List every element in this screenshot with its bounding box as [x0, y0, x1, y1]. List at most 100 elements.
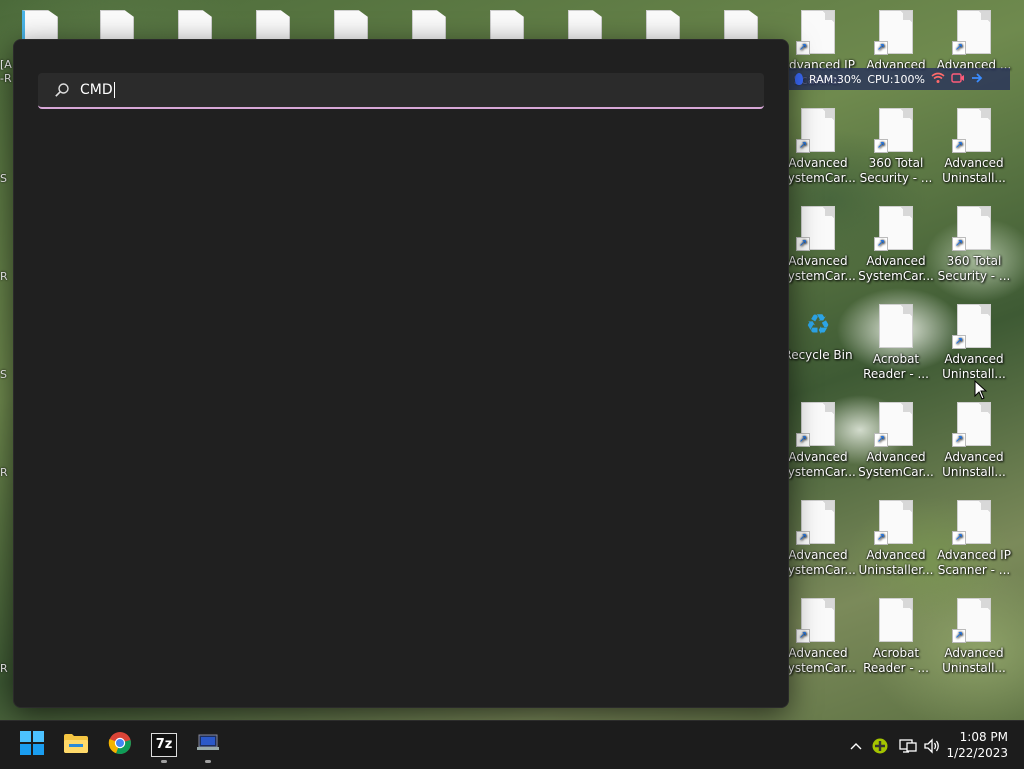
shortcut-file-icon: ↗ [796, 500, 835, 545]
performance-monitor-bar: RAM:30% CPU:100% [789, 68, 1010, 90]
desktop-icon[interactable]: ↗ Advanced [858, 10, 934, 73]
desktop-icon-label: Advanced IP Scanner - ... [937, 548, 1011, 577]
clock-date: 1/22/2023 [946, 746, 1008, 760]
desktop-file-icon[interactable] [490, 10, 524, 42]
shortcut-file-icon: ↗ [874, 108, 913, 153]
shortcut-arrow-icon: ↗ [874, 433, 888, 447]
desktop-icon[interactable]: ↗ Advanced Uninstall... [936, 402, 1012, 480]
desktop-icon[interactable]: Acrobat Reader - ... [858, 598, 934, 676]
desktop-icon[interactable]: ↗ Advanced IP Scanner - ... [936, 500, 1012, 578]
chrome-button[interactable] [100, 725, 140, 765]
desktop-icon-label: Advanced SystemCar... [780, 548, 856, 577]
desktop-icon[interactable]: ↗ Advanced SystemCar... [780, 206, 856, 284]
left-fragment: S [0, 172, 7, 185]
search-panel: CMD [13, 39, 789, 708]
shortcut-file-icon: ↗ [796, 206, 835, 251]
desktop-icon[interactable]: ↗ Advanced SystemCar... [780, 598, 856, 676]
desktop-icon[interactable]: Acrobat Reader - ... [858, 304, 934, 382]
desktop-icon-label: 360 Total Security - ... [859, 156, 933, 185]
shortcut-arrow-icon: ↗ [874, 41, 888, 55]
arrow-right-icon[interactable] [971, 72, 983, 87]
shortcut-file-icon: ↗ [796, 10, 835, 55]
desktop-icon[interactable]: ♻ Recycle Bin [780, 304, 856, 363]
start-button[interactable] [12, 725, 52, 765]
desktop-icon[interactable]: ↗ Advanced SystemCar... [858, 206, 934, 284]
shortcut-arrow-icon: ↗ [952, 41, 966, 55]
search-input[interactable]: CMD [80, 82, 113, 98]
left-fragment: S [0, 368, 7, 381]
file-icon [879, 304, 913, 348]
desktop-file-icon[interactable] [256, 10, 290, 42]
shortcut-file-icon: ↗ [796, 402, 835, 447]
file-explorer-icon [63, 732, 89, 758]
shortcut-file-icon: ↗ [874, 206, 913, 251]
running-indicator [161, 760, 167, 763]
desktop-icon[interactable]: ↗ Advanced SystemCar... [780, 500, 856, 578]
desktop-icon[interactable]: ↗ Advanced Uninstall... [936, 304, 1012, 382]
desktop-icon[interactable]: ↗ Advanced SystemCar... [780, 108, 856, 186]
desktop-icon-label: Advanced SystemCar... [780, 450, 856, 479]
desktop-icon[interactable]: ↗ Advanced Uninstall... [936, 108, 1012, 186]
shortcut-arrow-icon: ↗ [796, 139, 810, 153]
desktop-file-icon[interactable] [100, 10, 134, 42]
shortcut-file-icon: ↗ [796, 108, 835, 153]
shortcut-arrow-icon: ↗ [952, 629, 966, 643]
search-icon [54, 82, 70, 98]
desktop-icon[interactable]: ↗ Advanced SystemCar... [780, 402, 856, 480]
cpu-usage: CPU:100% [867, 72, 925, 86]
shortcut-arrow-icon: ↗ [952, 335, 966, 349]
shortcut-arrow-icon: ↗ [952, 531, 966, 545]
desktop-icon-label: Advanced SystemCar... [858, 450, 934, 479]
desktop-file-icon[interactable] [22, 10, 58, 42]
shortcut-file-icon: ↗ [952, 500, 991, 545]
running-indicator [205, 760, 211, 763]
chrome-icon [108, 731, 132, 759]
desktop-icon[interactable]: ↗ Advanced Uninstaller... [858, 500, 934, 578]
shortcut-file-icon: ↗ [952, 598, 991, 643]
desktop-icon[interactable]: ↗ Advanced ... [936, 10, 1012, 73]
shortcut-arrow-icon: ↗ [874, 139, 888, 153]
desktop-file-icon[interactable] [334, 10, 368, 42]
chevron-up-icon[interactable] [846, 736, 866, 756]
desktop-file-icon[interactable] [646, 10, 680, 42]
laptop-app-button[interactable] [188, 725, 228, 765]
shortcut-arrow-icon: ↗ [796, 237, 810, 251]
shortcut-file-icon: ↗ [952, 304, 991, 349]
desktop-file-icon[interactable] [412, 10, 446, 42]
shortcut-file-icon: ↗ [874, 10, 913, 55]
left-fragment: R [0, 662, 8, 675]
desktop-file-icon[interactable] [178, 10, 212, 42]
shortcut-arrow-icon: ↗ [796, 433, 810, 447]
desktop-icon[interactable]: ↗ 360 Total Security - ... [936, 206, 1012, 284]
7zip-icon: 7z [151, 733, 177, 757]
left-fragment: [A [0, 58, 12, 71]
desktop-icon-label: Advanced SystemCar... [780, 254, 856, 283]
security-tray-icon[interactable] [870, 736, 890, 756]
file-explorer-button[interactable] [56, 725, 96, 765]
shortcut-arrow-icon: ↗ [952, 139, 966, 153]
left-fragment: -R [0, 72, 12, 85]
windows-start-icon [20, 731, 44, 759]
desktop-icon-label: Advanced SystemCar... [780, 156, 856, 185]
search-box[interactable]: CMD [38, 73, 764, 109]
7zip-button[interactable]: 7z [144, 725, 184, 765]
clock-time: 1:08 PM [959, 730, 1008, 744]
desktop-file-icon[interactable] [568, 10, 602, 42]
text-caret [113, 82, 115, 98]
laptop-app-icon [196, 733, 220, 757]
system-clock[interactable]: 1:08 PM 1/22/2023 [946, 729, 1008, 761]
desktop-icon[interactable]: ↗ Advanced SystemCar... [858, 402, 934, 480]
network-icon[interactable] [898, 736, 918, 756]
shortcut-file-icon: ↗ [952, 206, 991, 251]
desktop-icon-label: Advanced SystemCar... [780, 646, 856, 675]
desktop-file-icon[interactable] [724, 10, 758, 42]
shortcut-file-icon: ↗ [952, 10, 991, 55]
desktop-icon[interactable]: ↗ 360 Total Security - ... [858, 108, 934, 186]
volume-icon[interactable] [922, 736, 942, 756]
pin-icon [795, 73, 803, 85]
desktop-icon-label: Advanced Uninstaller... [858, 548, 934, 577]
desktop-icon[interactable]: ↗ Advanced Uninstall... [936, 598, 1012, 676]
camera-record-icon [951, 72, 965, 87]
left-fragment: R [0, 270, 8, 283]
desktop-icon-label: Recycle Bin [783, 348, 853, 362]
